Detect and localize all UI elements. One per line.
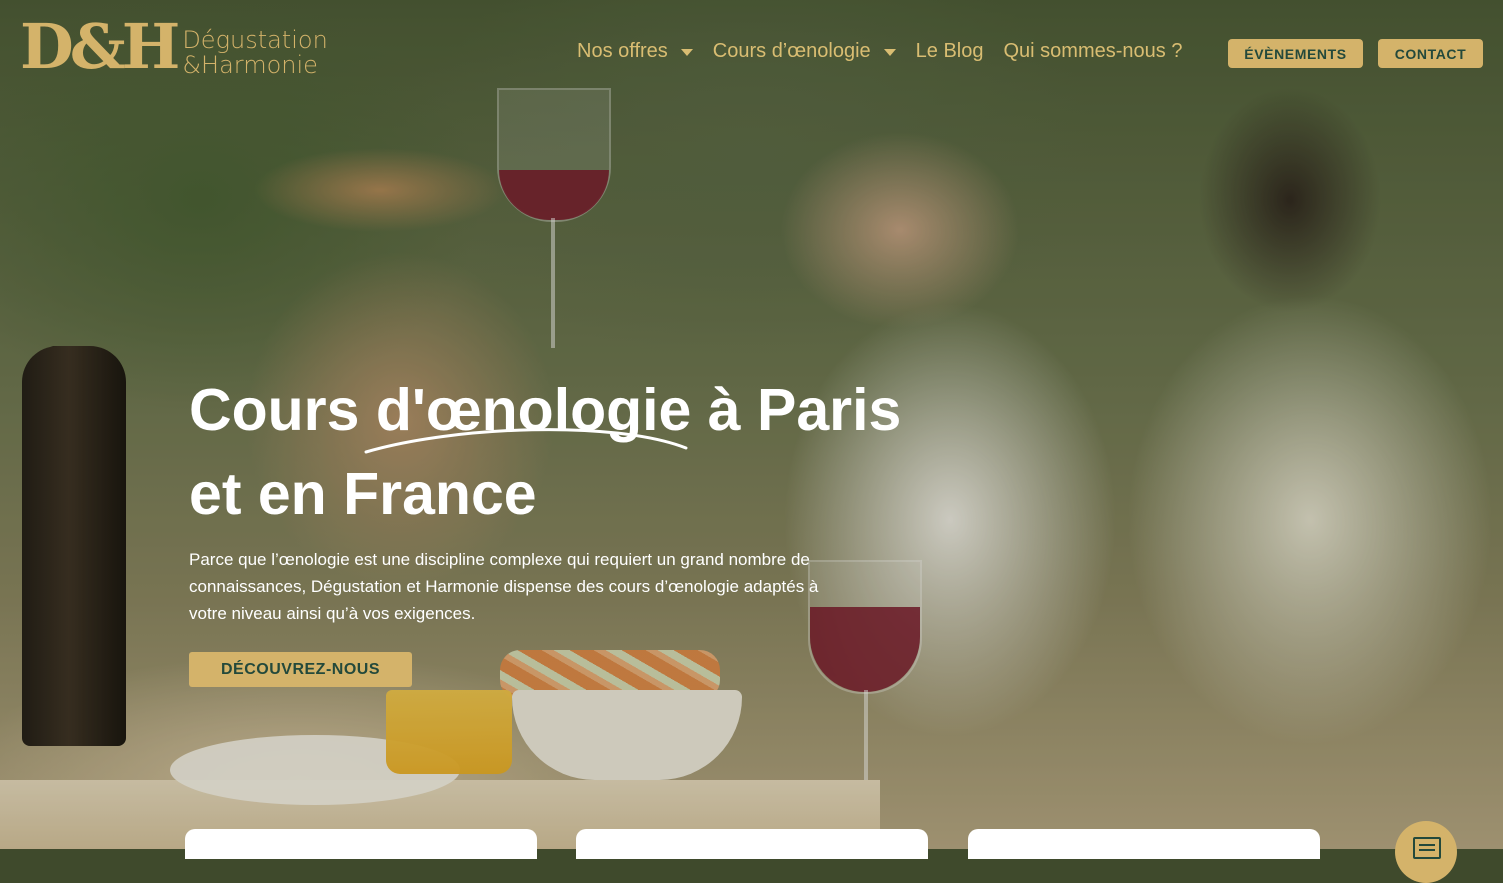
offer-card-2[interactable] [576,829,928,859]
chat-button[interactable] [1395,821,1457,883]
hero-description: Parce que l’œnologie est une discipline … [189,550,819,623]
logo-mark: D&H [20,10,180,83]
title-underline-swoosh [364,428,688,454]
contact-button[interactable]: CONTACT [1378,39,1483,68]
offer-card-3[interactable] [968,829,1320,859]
chat-icon [1413,837,1441,859]
nav-item-label: Qui sommes-nous ? [1003,40,1183,62]
hero-title-line-2: et en France [189,461,537,527]
nav-item-label: Nos offres [577,40,668,62]
events-button[interactable]: ÉVÈNEMENTS [1228,39,1363,68]
logo-line-1: Dégustation [182,26,328,54]
logo-line-2: &Harmonie [182,51,318,79]
site-logo[interactable]: D&H Dégustation &Harmonie [20,16,328,78]
main-nav: Nos offres Cours d’œnologie Le Blog Qui … [577,40,1202,63]
nav-item-cours-oenologie[interactable]: Cours d’œnologie [713,40,896,63]
offer-card-1[interactable] [185,829,537,859]
nav-item-label: Cours d’œnologie [712,40,871,62]
discover-us-button[interactable]: DÉCOUVREZ-NOUS [189,652,412,687]
nav-item-nos-offres[interactable]: Nos offres [577,40,693,63]
chevron-down-icon [883,49,896,56]
nav-item-label: Le Blog [915,40,984,62]
logo-wordmark: Dégustation &Harmonie [182,16,327,78]
nav-item-le-blog[interactable]: Le Blog [916,40,984,63]
nav-item-qui-sommes-nous[interactable]: Qui sommes-nous ? [1003,40,1182,63]
chevron-down-icon [680,49,693,56]
